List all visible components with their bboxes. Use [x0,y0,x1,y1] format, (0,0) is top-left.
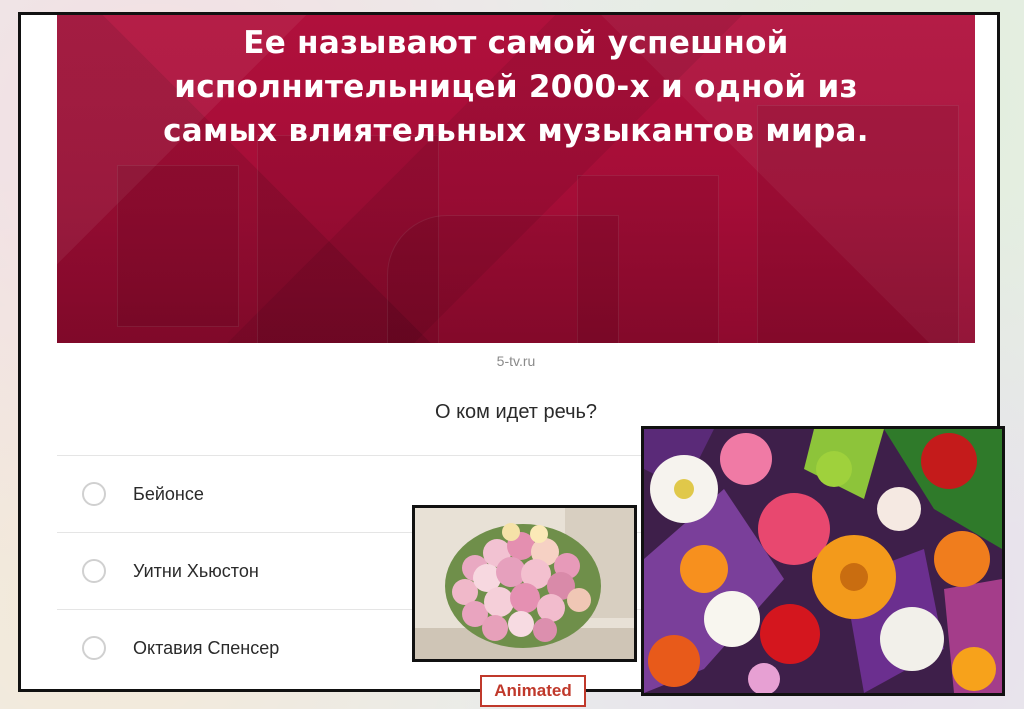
rose-bouquet-photo [412,505,637,662]
banner-line-2: исполнительницей 2000-х и одной из [174,69,858,105]
banner-line-1: Ее называют самой успешной [243,25,789,61]
radio-button[interactable] [82,482,106,506]
answer-option-label: Уитни Хьюстон [133,560,259,581]
question-text: О ком идет речь? [434,401,598,423]
banner-text: Ее называют самой успешной исполнительни… [57,21,975,153]
question-banner-image: Ее называют самой успешной исполнительни… [57,15,975,343]
radio-button[interactable] [82,636,106,660]
image-source-caption: 5-tv.ru [496,353,536,369]
answer-option-label: Октавия Спенсер [133,637,280,658]
radio-button[interactable] [82,559,106,583]
colorful-flowers-photo [641,426,1005,696]
answer-option-label: Бейонсе [133,483,204,504]
animated-badge: Animated [480,675,586,707]
banner-line-3: самых влиятельных музыкантов мира. [163,113,869,149]
